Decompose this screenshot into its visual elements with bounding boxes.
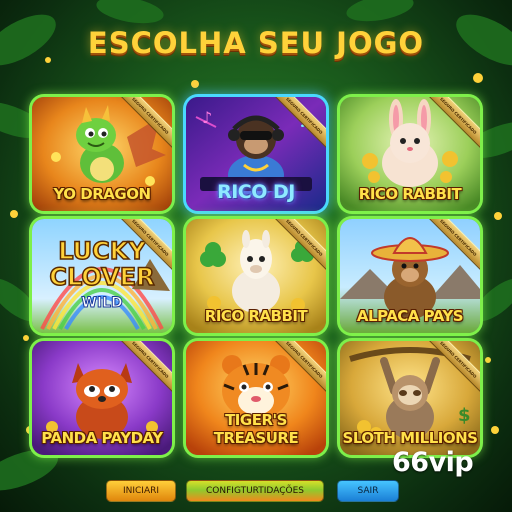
game-title: RICO RABBIT <box>204 307 308 325</box>
wild-text: WILD <box>81 295 122 311</box>
game-tile-rico-rabbit[interactable]: SEGURO CERTIFICADO RICO RABBIT <box>340 97 480 211</box>
game-title: YO DRAGON <box>53 185 151 203</box>
game-title: TIGER'S TREASURE <box>213 411 299 447</box>
lucky-text: LUCKY <box>58 237 146 265</box>
game-tile-tigers-treasure[interactable]: SEGURO CERTIFICADO TIGER'S TREASURE <box>186 341 326 455</box>
game-tile-alpaca-pays[interactable]: SEGURO CERTIFICADO ALPACA PAYS <box>340 219 480 333</box>
svg-text:♪: ♪ <box>202 108 212 127</box>
game-title: PANDA PAYDAY <box>41 429 163 447</box>
game-title: RICO RABBIT <box>358 185 462 203</box>
game-title: ALPACA PAYS <box>356 307 464 325</box>
game-grid: SEGURO CERTIFICADO YO DRAGON ♪ ♫ SEGURO … <box>32 97 480 455</box>
game-tile-lucky-clover[interactable]: LUCKY CLOVER WILD SEGURO CERTIFICADO <box>32 219 172 333</box>
bottom-button-bar: INICIARI CONFIGTURTIDAÇÕES SAIR <box>0 480 512 502</box>
game-tile-rico-rabbit-2[interactable]: SEGURO CERTIFICADO RICO RABBIT <box>186 219 326 333</box>
game-title: RICO DJ <box>217 181 295 203</box>
brand-watermark: 66vip <box>392 447 474 478</box>
svg-text:$: $ <box>458 405 471 426</box>
page-title: ESCOLHA SEU JOGO <box>87 26 425 60</box>
game-tile-yo-dragon[interactable]: SEGURO CERTIFICADO YO DRAGON <box>32 97 172 211</box>
game-tile-panda-payday[interactable]: SEGURO CERTIFICADO PANDA PAYDAY <box>32 341 172 455</box>
game-tile-rico-dj[interactable]: ♪ ♫ SEGURO CERTIFICADO RICO DJ <box>186 97 326 211</box>
game-tile-sloth-millions[interactable]: $ SEGURO CERTIFICADO SLOTH MILLIONS <box>340 341 480 455</box>
game-title: SLOTH MILLIONS <box>342 429 478 447</box>
settings-button[interactable]: CONFIGTURTIDAÇÕES <box>186 480 324 502</box>
clover-text: CLOVER <box>49 263 154 291</box>
exit-button[interactable]: SAIR <box>337 480 399 502</box>
start-button[interactable]: INICIARI <box>106 480 176 502</box>
